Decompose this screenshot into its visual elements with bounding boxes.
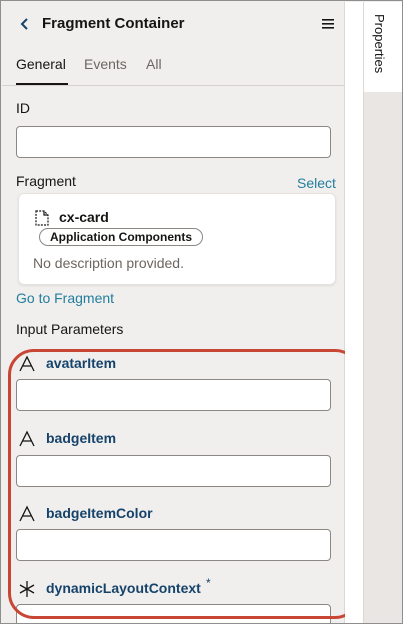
- param-label-avatarItem[interactable]: avatarItem: [46, 355, 116, 371]
- properties-panel: Fragment Container General Events All ID…: [2, 2, 361, 623]
- side-gap: [345, 2, 363, 623]
- tab-bar: General Events All: [2, 46, 345, 86]
- param-label-badgeItem[interactable]: badgeItem: [46, 430, 116, 446]
- properties-side-tab[interactable]: Properties: [363, 2, 402, 92]
- back-button[interactable]: [16, 14, 34, 34]
- fragment-description: No description provided.: [33, 255, 184, 271]
- properties-side-tab-label: Properties: [372, 14, 387, 74]
- string-type-icon: [18, 430, 36, 448]
- category-chip: Application Components: [39, 228, 203, 246]
- panel-title: Fragment Container: [42, 15, 185, 32]
- side-panel-body: [363, 92, 402, 623]
- fragment-name: cx-card: [59, 209, 109, 225]
- id-label: ID: [16, 100, 30, 116]
- chevron-left-icon: [20, 18, 28, 30]
- any-type-icon: [18, 580, 36, 598]
- param-label-badgeItemColor[interactable]: badgeItemColor: [46, 505, 153, 521]
- input-parameters-heading: Input Parameters: [16, 321, 124, 337]
- menu-button[interactable]: [320, 16, 336, 32]
- string-type-icon: [18, 505, 36, 523]
- avatarItem-input[interactable]: [16, 379, 331, 411]
- hamburger-menu-icon: [322, 19, 334, 29]
- string-type-icon: [18, 355, 36, 373]
- badgeItemColor-input[interactable]: [16, 529, 331, 561]
- select-fragment-link[interactable]: Select: [297, 175, 336, 191]
- go-to-fragment-link[interactable]: Go to Fragment: [16, 290, 114, 306]
- param-label-dynamicLayoutContext[interactable]: dynamicLayoutContext: [46, 580, 201, 596]
- window-frame: Fragment Container General Events All ID…: [0, 0, 403, 624]
- id-field[interactable]: [16, 126, 331, 158]
- dynamicLayoutContext-input[interactable]: [16, 604, 331, 623]
- panel-header: Fragment Container: [2, 2, 345, 46]
- fragment-card[interactable]: cx-card Application Components No descri…: [18, 193, 336, 285]
- badgeItem-input[interactable]: [16, 455, 331, 487]
- fragment-label: Fragment: [16, 173, 76, 189]
- tab-all[interactable]: All: [146, 56, 162, 72]
- tab-general[interactable]: General: [16, 56, 66, 72]
- active-tab-indicator: [16, 83, 68, 85]
- tab-events[interactable]: Events: [84, 56, 127, 72]
- required-marker: *: [206, 576, 211, 590]
